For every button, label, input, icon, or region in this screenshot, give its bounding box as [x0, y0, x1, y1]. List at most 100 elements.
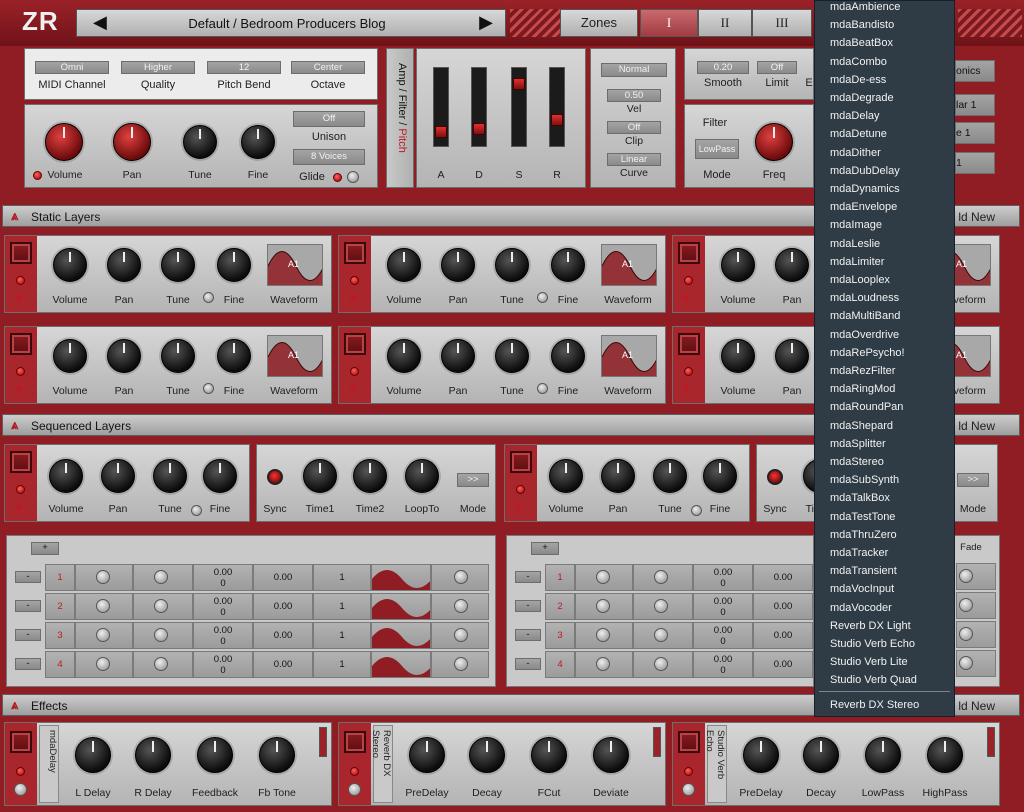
menu-item[interactable]: mdaDegrade — [830, 89, 894, 107]
menu-item[interactable]: mdaBandisto — [830, 16, 894, 34]
step-pan-knob[interactable] — [154, 570, 168, 584]
filter-mode-value[interactable]: LowPass — [695, 139, 739, 159]
tune-mini-knob[interactable] — [691, 505, 702, 516]
zone-tab-1[interactable]: I — [640, 9, 698, 37]
step-filter-cell[interactable]: 0.00 — [753, 593, 813, 620]
step-wave-cell[interactable] — [371, 564, 431, 591]
effect-param-knob[interactable] — [865, 737, 901, 773]
step-pan-knob[interactable] — [654, 657, 668, 671]
effects-add-new-button[interactable]: ld New — [958, 699, 995, 713]
layer-enable-button[interactable] — [10, 333, 32, 355]
add-step-button[interactable]: + — [31, 542, 59, 555]
layer-led[interactable] — [16, 367, 25, 376]
step-xfade-knob[interactable] — [454, 628, 468, 642]
side-tab-4[interactable]: 1 — [955, 152, 995, 174]
step-pan-knob[interactable] — [654, 628, 668, 642]
side-tab-2[interactable]: lar 1 — [955, 94, 995, 116]
menu-item[interactable]: mdaMultiBand — [830, 307, 900, 325]
release-slider-handle[interactable] — [551, 114, 563, 126]
layer-pan-knob[interactable] — [775, 248, 809, 282]
step-pan-knob[interactable] — [654, 599, 668, 613]
add-layer-plus-icon[interactable]: + — [14, 500, 23, 516]
seq-time-knob[interactable] — [353, 459, 387, 493]
effect-param-knob[interactable] — [531, 737, 567, 773]
effect-param-knob[interactable] — [197, 737, 233, 773]
voices-value[interactable]: 8 Voices — [293, 149, 365, 165]
layer-volume-knob[interactable] — [721, 248, 755, 282]
effect-param-knob[interactable] — [593, 737, 629, 773]
menu-item[interactable]: mdaDubDelay — [830, 162, 900, 180]
layer-pan-knob[interactable] — [441, 248, 475, 282]
menu-item[interactable]: mdaAmbience — [830, 0, 900, 16]
menu-item[interactable]: mdaRezFilter — [830, 362, 895, 380]
effect-enable-button[interactable] — [678, 731, 700, 753]
menu-item[interactable]: Studio Verb Lite — [830, 653, 908, 671]
effect-param-knob[interactable] — [409, 737, 445, 773]
layer-enable-button[interactable] — [678, 242, 700, 264]
add-layer-plus-icon[interactable]: + — [14, 291, 23, 307]
decay-slider-handle[interactable] — [473, 123, 485, 135]
effect-scroll-handle[interactable] — [319, 727, 327, 757]
freq-knob[interactable] — [755, 123, 793, 161]
collapse-chevron-icon[interactable]: ⩓ — [11, 209, 25, 223]
envelope-tab-strip[interactable]: Amp / Filter / Pitch — [386, 48, 414, 188]
effect-scroll-handle[interactable] — [987, 727, 995, 757]
tune-knob[interactable] — [183, 125, 217, 159]
remove-step-button[interactable]: - — [15, 600, 41, 612]
effect-param-knob[interactable] — [803, 737, 839, 773]
patch-selector[interactable]: ◀ Default / Bedroom Producers Blog ▶ — [76, 9, 506, 37]
decay-slider[interactable] — [471, 67, 487, 147]
menu-item[interactable]: mdaImage — [830, 216, 882, 234]
menu-item[interactable]: mdaTalkBox — [830, 489, 890, 507]
layer-enable-button[interactable] — [344, 242, 366, 264]
effect-enable-button[interactable] — [344, 731, 366, 753]
menu-item[interactable]: mdaVocoder — [830, 599, 892, 617]
menu-item[interactable]: mdaRoundPan — [830, 398, 903, 416]
tune-mini-knob[interactable] — [203, 383, 214, 394]
remove-step-button[interactable]: - — [15, 629, 41, 641]
layer-led[interactable] — [516, 485, 525, 494]
effect-mix-knob[interactable] — [348, 783, 361, 796]
step-volume-knob[interactable] — [596, 599, 610, 613]
static-add-new-button[interactable]: ld New — [958, 210, 995, 224]
step-volume-knob[interactable] — [596, 628, 610, 642]
menu-item[interactable]: mdaSubSynth — [830, 471, 899, 489]
octave-value[interactable]: Center — [291, 61, 365, 74]
layer-tune-knob[interactable] — [495, 339, 529, 373]
step-filter-cell[interactable]: 0.00 — [253, 593, 313, 620]
pitch-bend-value[interactable]: 12 — [207, 61, 281, 74]
layer-fine-knob[interactable] — [551, 248, 585, 282]
sync-button[interactable] — [767, 469, 783, 485]
layer-fine-knob[interactable] — [217, 248, 251, 282]
collapse-chevron-icon[interactable]: ⩓ — [11, 698, 25, 712]
menu-item[interactable]: Studio Verb Quad — [830, 671, 917, 689]
layer-led[interactable] — [16, 485, 25, 494]
seq-pan-knob[interactable] — [101, 459, 135, 493]
layer-led[interactable] — [16, 276, 25, 285]
midi-channel-value[interactable]: Omni — [35, 61, 109, 74]
menu-item[interactable]: mdaTransient — [830, 562, 897, 580]
layer-volume-knob[interactable] — [721, 339, 755, 373]
step-wave-cell[interactable] — [371, 622, 431, 649]
step-xfade-knob[interactable] — [959, 569, 973, 583]
effect-param-knob[interactable] — [259, 737, 295, 773]
glide-led[interactable] — [333, 173, 342, 182]
effect-param-knob[interactable] — [135, 737, 171, 773]
step-time-cell[interactable]: 1 — [313, 651, 371, 678]
menu-item[interactable]: Reverb DX Stereo — [830, 696, 919, 714]
add-layer-plus-icon[interactable]: + — [348, 382, 357, 398]
smooth-value[interactable]: 0.20 — [697, 61, 749, 74]
step-xfade-knob[interactable] — [454, 570, 468, 584]
menu-item[interactable]: mdaShepard — [830, 417, 893, 435]
effect-mix-knob[interactable] — [682, 783, 695, 796]
layer-tune-knob[interactable] — [495, 248, 529, 282]
step-xfade-knob[interactable] — [454, 599, 468, 613]
menu-item[interactable]: mdaTestTone — [830, 508, 895, 526]
step-volume-knob[interactable] — [96, 570, 110, 584]
step-pan-knob[interactable] — [154, 628, 168, 642]
step-xfade-knob[interactable] — [454, 657, 468, 671]
effect-param-knob[interactable] — [743, 737, 779, 773]
seq-fine-knob[interactable] — [203, 459, 237, 493]
layer-enable-button[interactable] — [510, 451, 532, 473]
pan-knob[interactable] — [113, 123, 151, 161]
